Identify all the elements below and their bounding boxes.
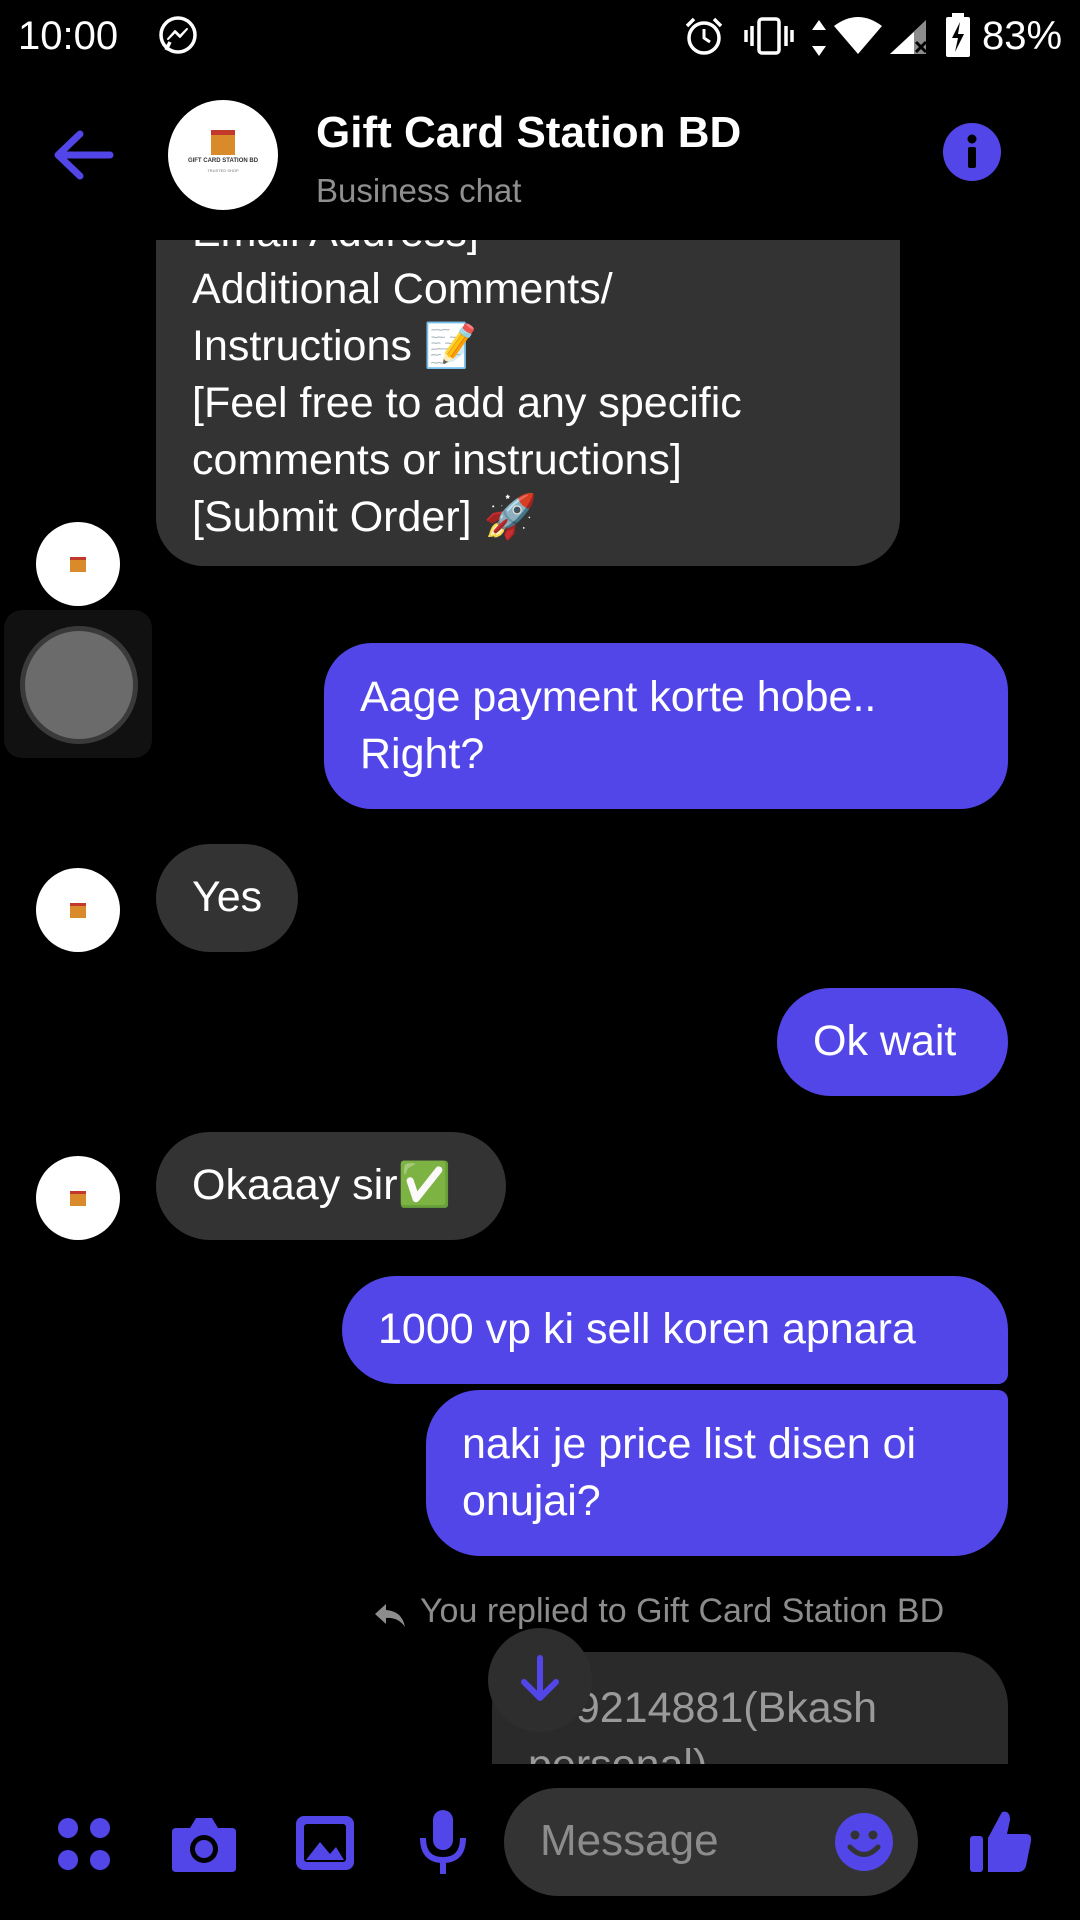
message-line: Aage payment korte hobe.. [360,673,877,721]
battery-percentage: 83% [982,14,1063,58]
sender-avatar[interactable] [36,1156,120,1240]
reply-arrow-icon [375,1604,405,1627]
message-line: comments or instructions] [192,436,682,484]
business-avatar[interactable]: GIFT CARD STATION BD TRUSTED SHOP [168,100,278,210]
vibrate-icon [744,17,794,55]
chat-head-circle [20,626,138,744]
status-bar: 10:00 83% [0,0,1080,72]
apps-icon[interactable] [56,1816,112,1872]
message-line: Right? [360,730,485,778]
message-line: Email Address] [192,240,742,261]
message-input[interactable]: Message [504,1788,918,1896]
message-bubble-incoming[interactable]: Okaaay sir✅ [156,1132,506,1240]
message-bubble-incoming[interactable]: Yes [156,844,299,952]
sender-avatar[interactable] [36,868,120,952]
microphone-icon[interactable] [418,1808,468,1878]
emoji-icon[interactable] [834,1812,894,1872]
message-line: naki je price list disen oi [462,1420,917,1468]
gallery-icon[interactable] [294,1814,356,1872]
message-line: [Feel free to add any specific [192,379,742,427]
message-bubble-outgoing[interactable]: naki je price list disen oi onujai? [426,1390,1008,1556]
message-line: 969214881(Bkash [528,1684,878,1732]
message-bubble-outgoing[interactable]: Aage payment korte hobe.. Right? [324,643,1008,809]
reply-context-label: You replied to Gift Card Station BD [420,1592,945,1630]
thumbs-up-icon[interactable] [968,1808,1034,1874]
wifi-icon [834,17,882,54]
cell-signal-icon [890,20,928,54]
gift-card-logo-icon [70,1190,86,1206]
back-arrow-icon[interactable] [52,130,114,180]
message-line: Ok wait [813,1017,957,1065]
gift-card-logo-icon [211,130,235,155]
gift-card-logo-icon [70,556,86,572]
message-line: 1000 vp ki sell koren apnara [378,1305,916,1353]
message-line: onujai? [462,1477,601,1525]
message-line: Additional Comments/ [192,265,613,313]
avatar-brand-subtext: TRUSTED SHOP [207,168,239,173]
camera-icon[interactable] [170,1814,238,1874]
avatar-brand-text: GIFT CARD STATION BD [187,158,259,164]
data-arrows-icon [812,20,826,56]
gift-card-logo-icon [70,902,86,918]
chat-subtitle: Business chat [316,172,522,209]
chat-header: GIFT CARD STATION BD TRUSTED SHOP Gift C… [0,72,1080,240]
message-bubble-incoming[interactable]: Email Address] Additional Comments/ Inst… [156,240,900,566]
messenger-icon [159,16,197,54]
alarm-icon [685,17,723,55]
chat-title[interactable]: Gift Card Station BD [316,108,741,158]
message-bubble-outgoing[interactable]: Ok wait [777,988,1008,1096]
sender-avatar[interactable] [36,522,120,606]
message-list[interactable]: Email Address] Additional Comments/ Inst… [0,240,1080,1764]
message-line: Yes [192,873,263,921]
message-line: personal) [528,1737,972,1764]
message-line: [Submit Order] 🚀 [192,493,538,541]
floating-chat-head[interactable] [4,610,152,758]
info-icon[interactable] [942,122,1002,182]
message-bubble-outgoing[interactable]: 1000 vp ki sell koren apnara [342,1276,1008,1384]
battery-charging-icon [946,13,970,57]
arrow-down-icon [521,1655,559,1701]
scroll-to-bottom-button[interactable] [488,1628,592,1732]
message-line: Okaaay sir✅ [192,1161,452,1209]
message-input-placeholder: Message [540,1816,719,1865]
status-time: 10:00 [18,14,119,58]
message-line: Instructions 📝 [192,322,478,370]
